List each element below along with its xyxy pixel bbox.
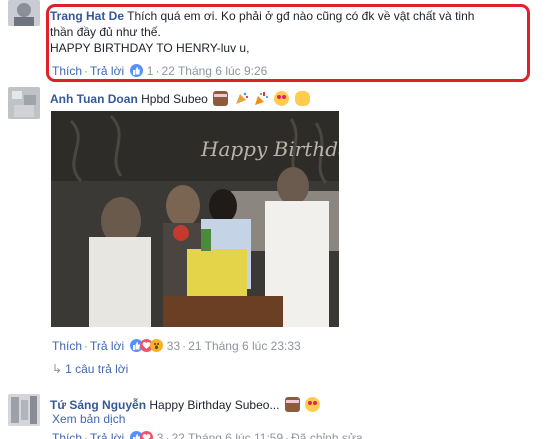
confetti-icon (254, 91, 269, 106)
see-translation-link[interactable]: Xem bản dịch (52, 412, 125, 426)
avatar[interactable] (8, 87, 40, 119)
timestamp[interactable]: 22 Tháng 6 lúc 11:59 (171, 431, 283, 439)
heart-eyes-face-icon (305, 397, 321, 412)
party-popper-icon (234, 91, 249, 106)
comment-author[interactable]: Trang Hat De (50, 9, 124, 23)
comment-actions: Thích · Trả lời 33 · 21 Tháng 6 lúc 23:33 (52, 339, 301, 353)
reaction-count[interactable]: 3 (157, 431, 164, 439)
comment-body: Anh Tuan Doan Hpbd Subeo (50, 91, 350, 107)
reply-link[interactable]: Trả lời (90, 339, 124, 353)
comment-actions: Thích · Trả lời 1 · 22 Tháng 6 lúc 9:26 (52, 64, 268, 78)
comment-body: Trang Hat De Thích quá em ơi. Ko phải ở … (50, 8, 520, 56)
reaction-count[interactable]: 1 (147, 64, 154, 78)
comment-actions: Thích · Trả lời 3 · 22 Tháng 6 lúc 11:59 · Đã … (52, 430, 363, 439)
like-link[interactable]: Thích (52, 431, 82, 439)
wow-reaction-icon[interactable] (150, 339, 164, 352)
reply-arrow-icon: ↳ (52, 362, 63, 376)
edited-label[interactable]: Đã chỉnh sửa (291, 431, 362, 439)
birthday-cake-icon (284, 397, 300, 412)
heart-eyes-face-icon (274, 91, 290, 106)
timestamp[interactable]: 22 Tháng 6 lúc 9:26 (161, 64, 267, 78)
view-replies-link[interactable]: ↳ 1 câu trả lời (52, 362, 128, 376)
like-link[interactable]: Thích (52, 64, 82, 78)
reply-link[interactable]: Trả lời (90, 64, 124, 78)
comment-text: HAPPY BIRTHDAY TO HENRY-luv u, (50, 41, 250, 55)
avatar[interactable] (8, 394, 40, 426)
comment-photo[interactable]: Happy Birthday (51, 111, 339, 327)
reaction-count[interactable]: 33 (167, 339, 180, 353)
comment-text: Thích quá em ơi. Ko phải ở gđ nào cũng c… (127, 9, 475, 23)
comment-text: Happy Birthday Subeo... (149, 398, 280, 412)
comment-text: thần đầy đủ như thế. (50, 25, 161, 39)
comment-author[interactable]: Anh Tuan Doan (50, 92, 138, 106)
like-link[interactable]: Thích (52, 339, 82, 353)
timestamp[interactable]: 21 Tháng 6 lúc 23:33 (188, 339, 301, 353)
comment-author[interactable]: Tứ Sáng Nguyễn (50, 398, 146, 412)
replies-count-label[interactable]: 1 câu trả lời (65, 362, 128, 376)
like-reaction-icon[interactable] (130, 64, 144, 77)
avatar[interactable] (8, 0, 40, 26)
birthday-cake-icon (213, 91, 229, 106)
love-reaction-icon[interactable] (140, 431, 154, 439)
comment-body: Tứ Sáng Nguyễn Happy Birthday Subeo... (50, 397, 380, 413)
comment-text: Hpbd Subeo (141, 92, 208, 106)
raising-hands-icon (294, 91, 310, 106)
reply-link[interactable]: Trả lời (90, 431, 124, 439)
photo-banner-text: Happy Birthday (200, 137, 339, 161)
